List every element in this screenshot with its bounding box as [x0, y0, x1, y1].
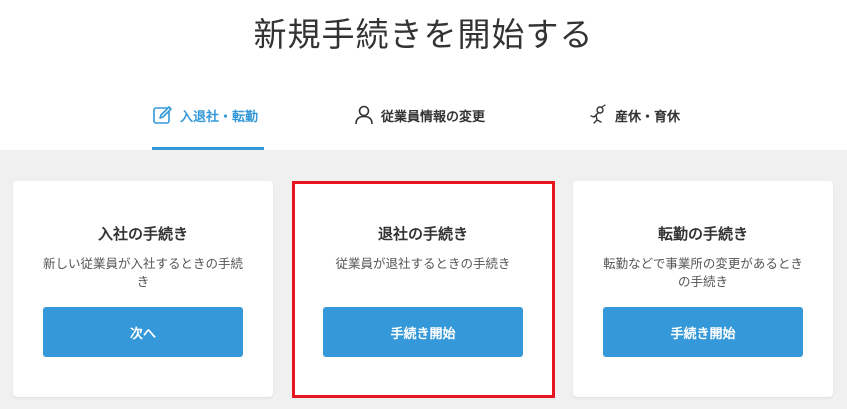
tab-label: 入退社・転勤 [180, 110, 259, 125]
tab-join-leave-transfer[interactable]: 入退社・転勤 [152, 106, 264, 150]
header-area: 新規手続きを開始する 入退社・転勤 従業員情報の変更 産休・育休 [0, 0, 847, 150]
card-description: 新しい従業員が入社するときの手続き [43, 256, 244, 289]
person-icon [353, 104, 375, 126]
card-title: 転勤の手続き [657, 225, 748, 243]
baby-icon [587, 104, 609, 126]
card-transfer: 転勤の手続き 転勤などで事業所の変更があるときの手続き 手続き開始 [573, 181, 833, 397]
card-description: 転勤などで事業所の変更があるときの手続き [603, 256, 803, 289]
page-title: 新規手続きを開始する [253, 15, 594, 54]
tab-label: 従業員情報の変更 [381, 110, 486, 125]
tab-bar: 入退社・転勤 従業員情報の変更 産休・育休 [0, 104, 847, 150]
start-procedure-button[interactable]: 手続き開始 [603, 307, 803, 357]
next-button[interactable]: 次へ [43, 307, 243, 357]
tab-maternity-childcare-leave[interactable]: 産休・育休 [587, 104, 692, 150]
card-join: 入社の手続き 新しい従業員が入社するときの手続き 次へ [13, 181, 273, 397]
card-title: 入社の手続き [97, 225, 188, 243]
highlight-box [292, 181, 555, 398]
edit-icon [152, 104, 174, 126]
tab-employee-info-change[interactable]: 従業員情報の変更 [353, 105, 498, 150]
tab-label: 産休・育休 [615, 110, 681, 125]
